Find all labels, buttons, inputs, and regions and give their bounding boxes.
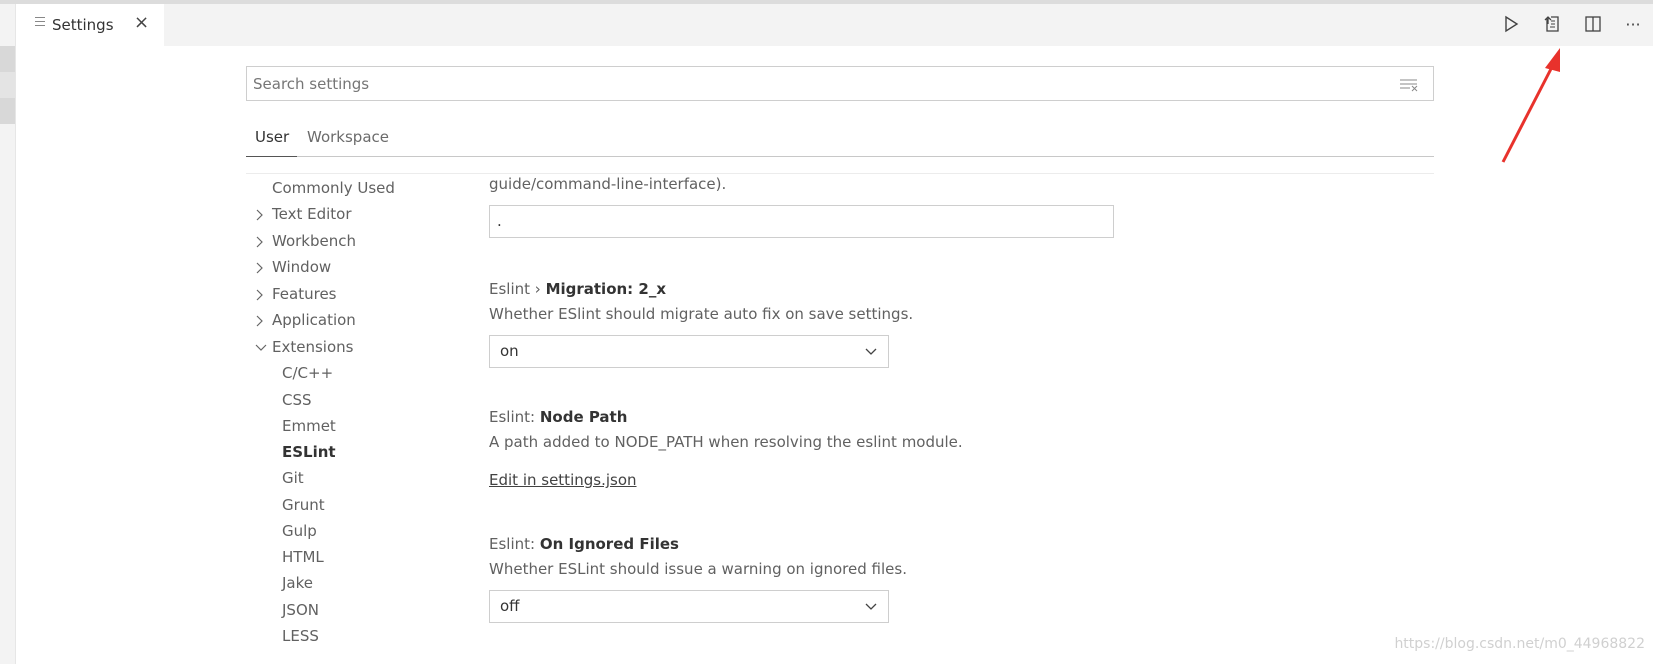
toc-ext-item[interactable]: Jake bbox=[282, 574, 313, 592]
setting-category: Eslint: bbox=[489, 408, 540, 426]
toc-ext-item[interactable]: JSON bbox=[282, 601, 319, 619]
toc-ext-item[interactable]: Git bbox=[282, 469, 304, 487]
setting-category: Eslint: bbox=[489, 535, 540, 553]
divider bbox=[246, 173, 1434, 174]
chevron-down-icon bbox=[865, 603, 877, 610]
chevron-right-icon[interactable] bbox=[254, 312, 266, 330]
chevron-right-icon[interactable] bbox=[254, 259, 266, 277]
tab-title: Settings bbox=[52, 16, 114, 34]
activity-item[interactable] bbox=[0, 46, 15, 72]
activity-bar bbox=[0, 4, 16, 664]
chevron-down-icon bbox=[865, 348, 877, 355]
activity-item[interactable] bbox=[0, 98, 15, 124]
chevron-right-icon[interactable] bbox=[254, 233, 266, 251]
split-editor-icon[interactable] bbox=[1580, 11, 1606, 37]
active-tab-indicator bbox=[246, 156, 297, 157]
setting-name: Node Path bbox=[539, 408, 628, 426]
tab-settings[interactable]: Settings × bbox=[16, 4, 164, 46]
close-icon[interactable]: × bbox=[134, 12, 149, 33]
select-value: on bbox=[500, 342, 519, 360]
toc-item-commonly-used[interactable]: Commonly Used bbox=[272, 179, 395, 197]
tab-user[interactable]: User bbox=[255, 128, 289, 146]
editor-tab-bar: Settings × bbox=[16, 4, 1653, 46]
toc-ext-item[interactable]: Emmet bbox=[282, 417, 336, 435]
chevron-right-icon[interactable] bbox=[254, 206, 266, 224]
edit-in-settings-json-link[interactable]: Edit in settings.json bbox=[489, 471, 637, 489]
clear-filter-icon[interactable] bbox=[1399, 77, 1419, 96]
setting-description: guide/command-line-interface). bbox=[489, 175, 727, 193]
on-ignored-files-select[interactable]: off bbox=[489, 590, 889, 623]
toc-item-features[interactable]: Features bbox=[272, 285, 337, 303]
run-icon[interactable] bbox=[1498, 11, 1524, 37]
toc-item-extensions[interactable]: Extensions bbox=[272, 338, 353, 356]
toc-ext-item[interactable]: LESS bbox=[282, 627, 319, 645]
toc-ext-item[interactable]: Gulp bbox=[282, 522, 317, 540]
chevron-right-icon[interactable] bbox=[254, 286, 266, 304]
chevron-down-icon[interactable] bbox=[254, 339, 268, 357]
migration-select[interactable]: on bbox=[489, 335, 889, 368]
setting-category: Eslint › bbox=[489, 280, 546, 298]
setting-description: Whether ESlint should migrate auto fix o… bbox=[489, 305, 914, 323]
toc-ext-item[interactable]: C/C++ bbox=[282, 364, 333, 382]
setting-text-input[interactable]: . bbox=[489, 205, 1114, 238]
search-settings-box bbox=[246, 66, 1434, 101]
toc-ext-item[interactable]: HTML bbox=[282, 548, 324, 566]
toc-item-application[interactable]: Application bbox=[272, 311, 356, 329]
activity-item[interactable] bbox=[0, 72, 15, 98]
toc-ext-item-selected[interactable]: ESLint bbox=[282, 443, 336, 461]
settings-scope-tabs: User Workspace bbox=[246, 121, 1434, 157]
open-settings-json-icon[interactable] bbox=[1539, 11, 1565, 37]
more-actions-icon[interactable]: ··· bbox=[1620, 11, 1646, 37]
tab-workspace[interactable]: Workspace bbox=[307, 128, 389, 146]
toc-ext-item[interactable]: Grunt bbox=[282, 496, 325, 514]
search-input[interactable] bbox=[247, 67, 1379, 100]
toc-item-workbench[interactable]: Workbench bbox=[272, 232, 356, 250]
setting-description: A path added to NODE_PATH when resolving… bbox=[489, 433, 963, 451]
setting-name: On Ignored Files bbox=[539, 535, 679, 553]
toc-item-text-editor[interactable]: Text Editor bbox=[272, 205, 352, 223]
setting-title-migration: Eslint › Migration: 2_x bbox=[489, 280, 666, 298]
setting-title-on-ignored-files: Eslint: On Ignored Files bbox=[489, 535, 679, 553]
settings-file-icon bbox=[35, 17, 45, 29]
setting-title-node-path: Eslint: Node Path bbox=[489, 408, 627, 426]
watermark: https://blog.csdn.net/m0_44968822 bbox=[1394, 636, 1645, 652]
select-value: off bbox=[500, 597, 520, 615]
toc-ext-item[interactable]: CSS bbox=[282, 391, 312, 409]
toc-item-window[interactable]: Window bbox=[272, 258, 331, 276]
setting-description: Whether ESLint should issue a warning on… bbox=[489, 560, 907, 578]
setting-name: Migration: 2_x bbox=[545, 280, 667, 298]
